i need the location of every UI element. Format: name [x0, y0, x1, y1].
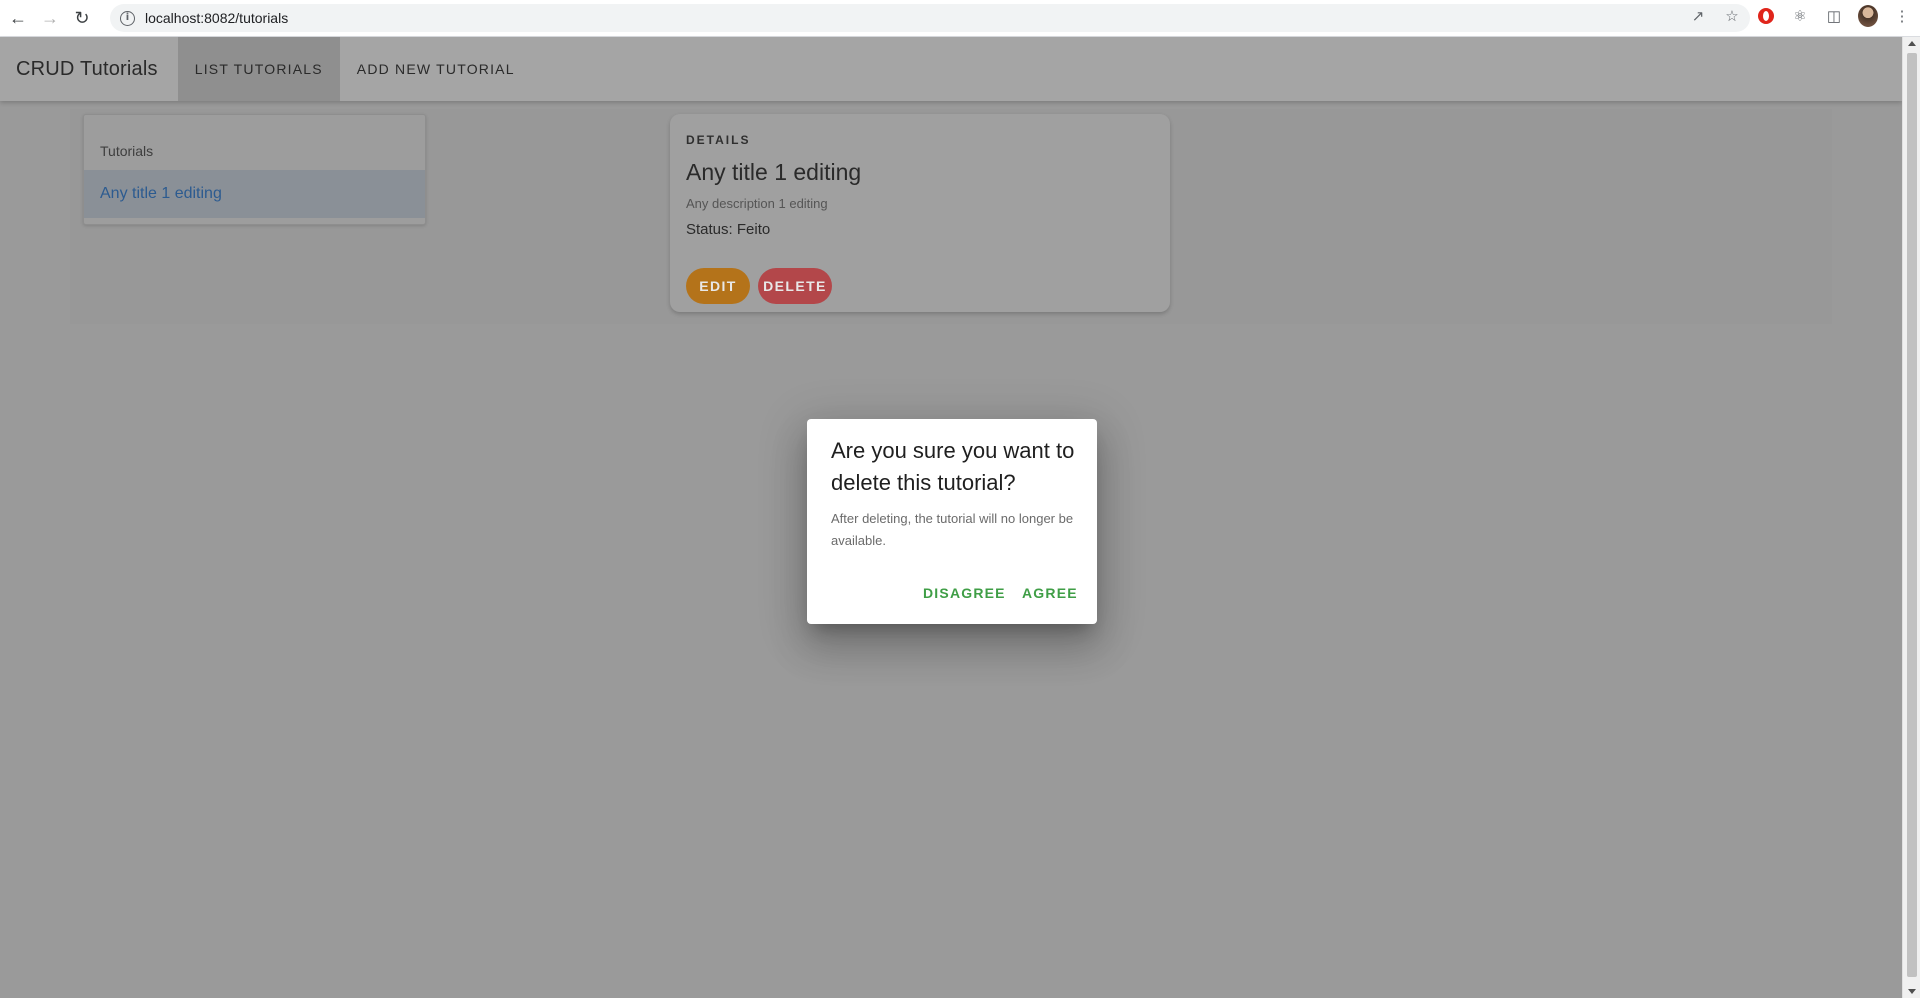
scroll-thumb[interactable]: [1907, 53, 1917, 977]
app-bar: CRUD Tutorials LIST TUTORIALS ADD NEW TU…: [0, 37, 1902, 101]
extensions-icon[interactable]: ⚛: [1790, 6, 1810, 26]
share-icon[interactable]: ↗: [1688, 6, 1708, 26]
avatar[interactable]: [1858, 5, 1878, 27]
scroll-up-icon[interactable]: [1908, 41, 1916, 46]
browser-toolbar: ← → ↻ i localhost:8082/tutorials ↗ ☆ ⚛ ◫…: [0, 0, 1920, 37]
browser-actions: ↗ ☆ ⚛ ◫ ⋮: [1688, 5, 1912, 27]
list-item[interactable]: Any title 1 editing: [84, 170, 425, 218]
back-arrow-icon[interactable]: ←: [4, 4, 32, 32]
star-icon[interactable]: ☆: [1722, 6, 1742, 26]
details-overline: DETAILS: [686, 133, 751, 147]
confirm-dialog: Are you sure you want to delete this tut…: [807, 419, 1097, 624]
reload-icon[interactable]: ↻: [68, 4, 96, 32]
list-subheader: Tutorials: [100, 143, 154, 159]
edit-button[interactable]: EDIT: [686, 268, 750, 304]
scroll-down-icon[interactable]: [1908, 989, 1916, 994]
details-title: Any title 1 editing: [686, 159, 862, 185]
dialog-text: After deleting, the tutorial will no lon…: [831, 511, 1074, 548]
url-text: localhost:8082/tutorials: [145, 10, 289, 26]
delete-button[interactable]: DELETE: [758, 268, 832, 304]
page-scrollbar[interactable]: [1902, 37, 1920, 998]
dialog-title: Are you sure you want to delete this tut…: [831, 438, 1075, 495]
tab-add-new-tutorial[interactable]: ADD NEW TUTORIAL: [340, 37, 532, 101]
sidepanel-icon[interactable]: ◫: [1824, 6, 1844, 26]
details-description: Any description 1 editing: [686, 196, 828, 211]
opera-icon[interactable]: [1756, 6, 1776, 26]
info-icon[interactable]: i: [120, 10, 135, 26]
details-status: Status: Feito: [686, 221, 771, 238]
address-bar[interactable]: i localhost:8082/tutorials: [110, 4, 1750, 32]
menu-dots-icon[interactable]: ⋮: [1892, 6, 1912, 26]
app-title: CRUD Tutorials: [16, 57, 158, 80]
tutorials-list: Tutorials Any title 1 editing: [83, 114, 426, 225]
forward-arrow-icon[interactable]: →: [36, 4, 64, 32]
disagree-button[interactable]: DISAGREE: [923, 585, 1006, 601]
details-card: DETAILS Any title 1 editing Any descript…: [670, 114, 1170, 312]
tab-list-tutorials[interactable]: LIST TUTORIALS: [177, 37, 340, 101]
agree-button[interactable]: AGREE: [1022, 585, 1078, 601]
